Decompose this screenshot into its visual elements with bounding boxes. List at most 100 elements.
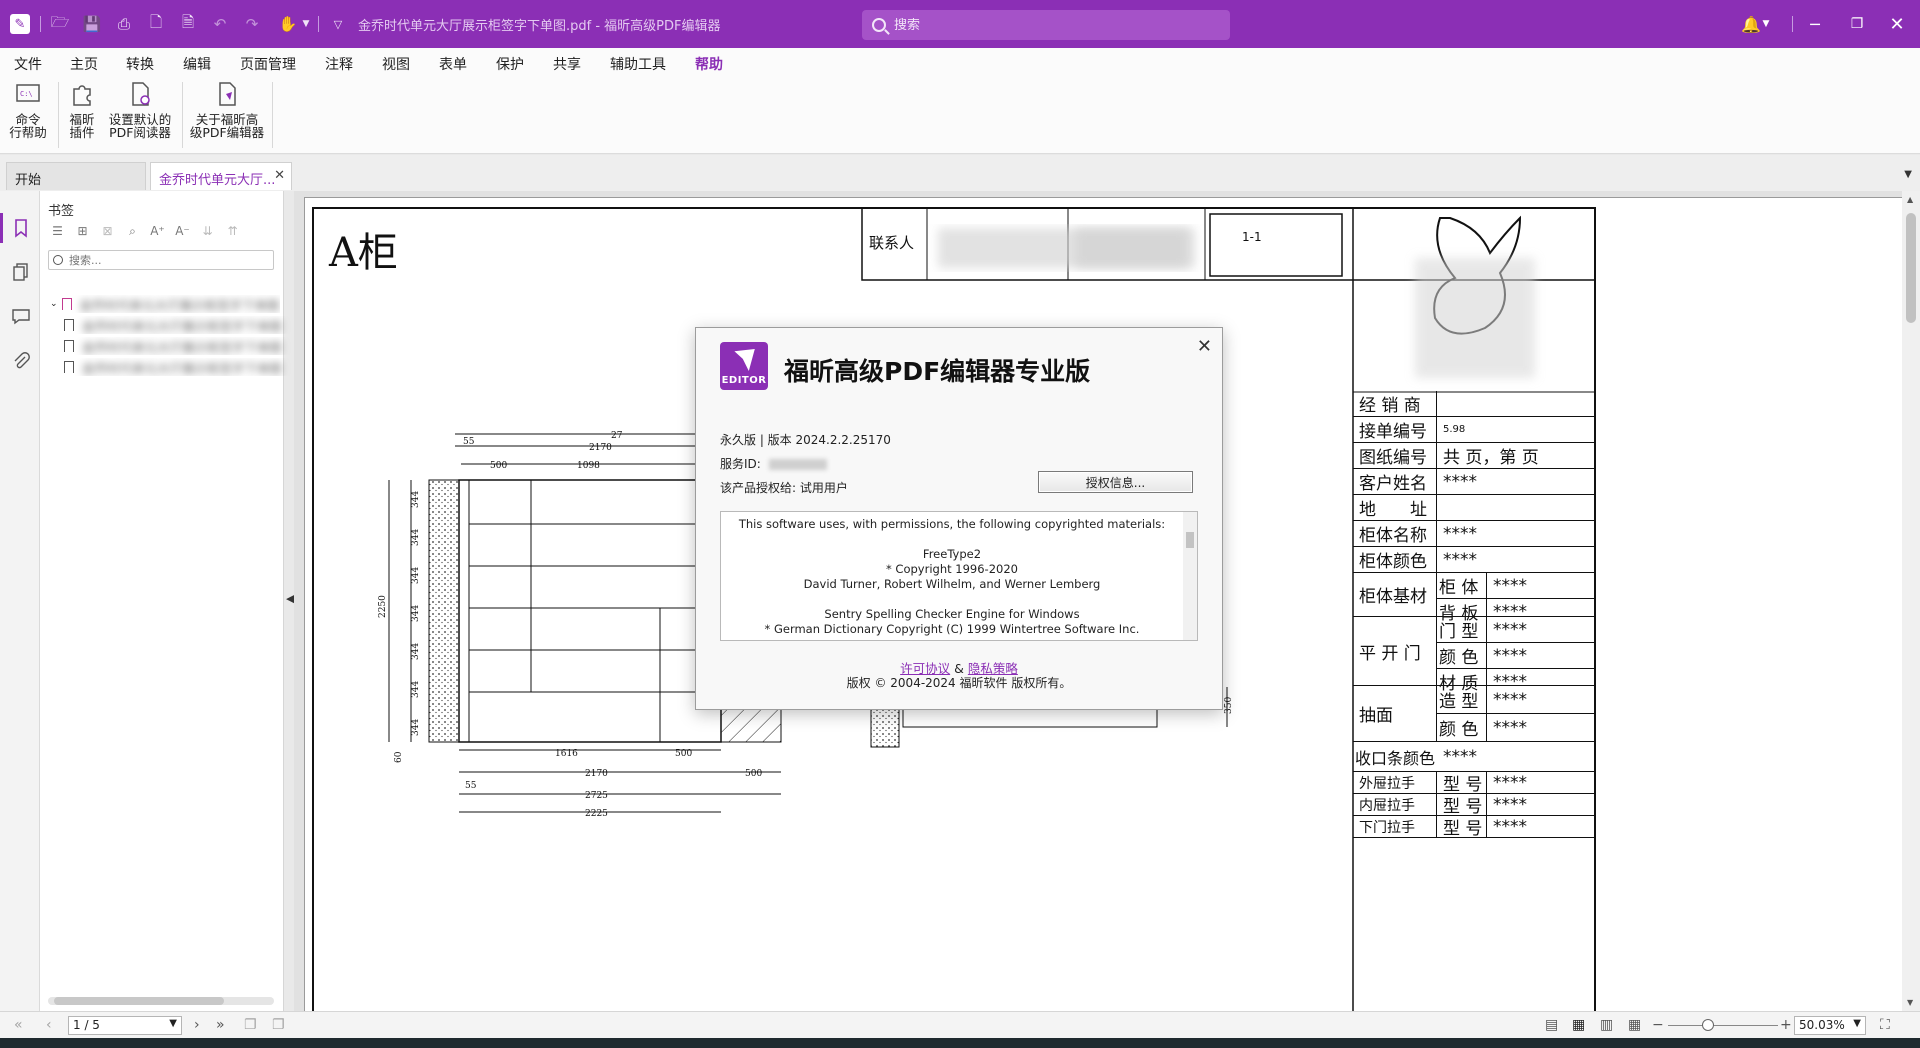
plugins-button[interactable]: 福昕 插件 <box>64 80 100 139</box>
horizontal-scrollbar[interactable] <box>48 997 274 1005</box>
facing-page-icon[interactable]: ▥ <box>1600 1017 1613 1033</box>
shrink-text-icon[interactable]: A⁻ <box>173 222 192 240</box>
chevron-down-icon[interactable]: ▼ <box>1756 10 1776 38</box>
global-search[interactable] <box>862 10 1230 40</box>
close-button[interactable]: ✕ <box>1880 10 1914 38</box>
single-page-icon[interactable]: ▤ <box>1545 1017 1558 1033</box>
chevron-down-icon[interactable]: ▼ <box>169 1018 177 1029</box>
app-logo-icon[interactable]: ✎ <box>10 14 30 34</box>
zoom-input[interactable]: 50.03% ▼ <box>1794 1016 1866 1035</box>
chevron-down-icon[interactable]: ▼ <box>296 14 316 34</box>
next-page-icon[interactable]: › <box>194 1017 200 1033</box>
save-icon[interactable]: 💾 <box>82 14 102 34</box>
search-input[interactable] <box>894 17 1214 33</box>
print-icon[interactable]: ⎙ <box>114 14 134 34</box>
credits-text: This software uses, with permissions, th… <box>721 512 1197 637</box>
menu-view[interactable]: 视图 <box>382 54 410 74</box>
dimension-label: 55 <box>463 437 475 447</box>
page-number-input[interactable]: 1 / 5 ▼ <box>68 1016 182 1035</box>
add-bookmark-icon[interactable]: ⊞ <box>73 222 92 240</box>
bookmark-search-input[interactable] <box>69 253 259 267</box>
bookmark-item[interactable]: 金乔时代单元大厅展示柜签字下单图 <box>64 358 294 376</box>
fullscreen-icon[interactable]: ⛶ <box>1880 1017 1890 1033</box>
collapse-all-icon[interactable]: ⇈ <box>223 222 242 240</box>
command-help-button[interactable]: C:\ 命令 行帮助 <box>8 80 48 139</box>
scroll-up-icon[interactable]: ▲ <box>1907 195 1913 204</box>
info-label: 客户姓名 <box>1353 469 1437 494</box>
continuous-page-icon[interactable]: ▦ <box>1572 1017 1585 1033</box>
zoom-in-icon[interactable]: + <box>1780 1017 1792 1033</box>
restore-button[interactable]: ❐ <box>1840 10 1874 38</box>
default-reader-button[interactable]: 设置默认的 PDF阅读器 <box>104 80 176 139</box>
about-button[interactable]: 关于福昕高 级PDF编辑器 <box>188 80 266 139</box>
next-view-icon[interactable]: ❐ <box>272 1017 285 1033</box>
find-bookmark-icon[interactable]: ⌕ <box>123 222 142 240</box>
zoom-slider[interactable] <box>1668 1019 1778 1031</box>
tab-start[interactable]: 开始 <box>6 162 146 190</box>
menu-protect[interactable]: 保护 <box>496 54 524 74</box>
license-info-button[interactable]: 授权信息... <box>1038 471 1193 493</box>
bookmark-item[interactable]: ⌄ 金乔时代单元大厅展示柜签字下单图 <box>50 295 280 313</box>
info-row: 柜体基材柜 体 **** 背 板 **** <box>1353 573 1595 624</box>
menu-convert[interactable]: 转换 <box>126 54 154 74</box>
info-row: 平 开 门门 型 **** 颜 色 **** 材 质 **** <box>1353 617 1595 694</box>
create-pdf-icon[interactable]: 🗋 <box>146 13 166 34</box>
bookmark-item[interactable]: 金乔时代单元大厅展示柜签字下单图 <box>64 316 294 334</box>
info-row: 收口条颜色 **** <box>1353 742 1595 772</box>
undo-icon[interactable]: ↶ <box>210 14 230 34</box>
last-page-icon[interactable]: » <box>216 1017 225 1033</box>
dimension-label: 2250 <box>378 595 388 618</box>
pages-icon[interactable] <box>10 261 32 283</box>
attachment-icon[interactable] <box>10 351 32 373</box>
bookmark-icon[interactable] <box>10 217 32 239</box>
redo-icon[interactable]: ↷ <box>242 14 262 34</box>
tab-document[interactable]: 金乔时代单元大厅... ✕ <box>150 162 292 190</box>
divider <box>40 16 41 32</box>
first-page-icon[interactable]: « <box>14 1017 23 1033</box>
close-icon[interactable]: ✕ <box>274 168 285 183</box>
chevron-down-icon[interactable]: ▼ <box>1853 1018 1861 1029</box>
scrollbar-thumb[interactable] <box>54 997 224 1005</box>
new-file-icon[interactable]: 🗎 <box>178 13 198 34</box>
vertical-scrollbar[interactable] <box>1183 512 1197 640</box>
continuous-facing-icon[interactable]: ▦ <box>1628 1017 1641 1033</box>
zoom-slider-knob[interactable] <box>1702 1019 1714 1031</box>
close-icon[interactable]: ✕ <box>1197 336 1212 357</box>
previous-page-icon[interactable]: ‹ <box>46 1017 52 1033</box>
customize-toolbar-icon[interactable]: ▽ <box>328 14 348 34</box>
menu-file[interactable]: 文件 <box>14 54 42 74</box>
menu-comment[interactable]: 注释 <box>325 54 353 74</box>
expand-all-icon[interactable]: ⇊ <box>198 222 217 240</box>
scroll-down-icon[interactable]: ▼ <box>1907 998 1913 1007</box>
minimize-button[interactable]: ─ <box>1798 10 1832 38</box>
tab-list-icon[interactable]: ▼ <box>1904 169 1912 180</box>
dimension-label: 2725 <box>585 791 608 801</box>
menu-share[interactable]: 共享 <box>553 54 581 74</box>
scrollbar-thumb[interactable] <box>1186 532 1194 548</box>
menu-page-management[interactable]: 页面管理 <box>240 54 296 74</box>
bookmark-options-icon[interactable]: ☰ <box>48 222 67 240</box>
menu-form[interactable]: 表单 <box>439 54 467 74</box>
info-row: 内屉拉手型 号 **** <box>1353 794 1595 817</box>
credits-textbox[interactable]: This software uses, with permissions, th… <box>720 511 1198 641</box>
zoom-out-icon[interactable]: − <box>1652 1017 1664 1033</box>
delete-bookmark-icon[interactable]: ⊠ <box>98 222 117 240</box>
menu-help[interactable]: 帮助 <box>695 54 723 80</box>
expand-text-icon[interactable]: A⁺ <box>148 222 167 240</box>
open-file-icon[interactable]: 🗁 <box>50 13 70 34</box>
menu-edit[interactable]: 编辑 <box>183 54 211 74</box>
scrollbar-thumb[interactable] <box>1906 213 1916 323</box>
menu-accessibility[interactable]: 辅助工具 <box>610 54 666 74</box>
comments-icon[interactable] <box>10 305 32 327</box>
previous-view-icon[interactable]: ❐ <box>244 1017 257 1033</box>
info-value: **** <box>1493 717 1527 738</box>
vertical-scrollbar[interactable]: ▲ ▼ <box>1902 191 1920 1011</box>
bookmark-item[interactable]: 金乔时代单元大厅展示柜签字下单图 <box>64 337 294 355</box>
hand-tool-icon[interactable]: ✋ <box>278 14 298 34</box>
info-row: 图纸编号共 页，第 页 <box>1353 443 1595 469</box>
menu-home[interactable]: 主页 <box>70 54 98 74</box>
info-label: 内屉拉手 <box>1353 794 1437 815</box>
credit-line: This software uses, with permissions, th… <box>738 517 1166 531</box>
dimension-label: 344 <box>411 529 421 546</box>
bookmark-search[interactable] <box>48 250 274 270</box>
